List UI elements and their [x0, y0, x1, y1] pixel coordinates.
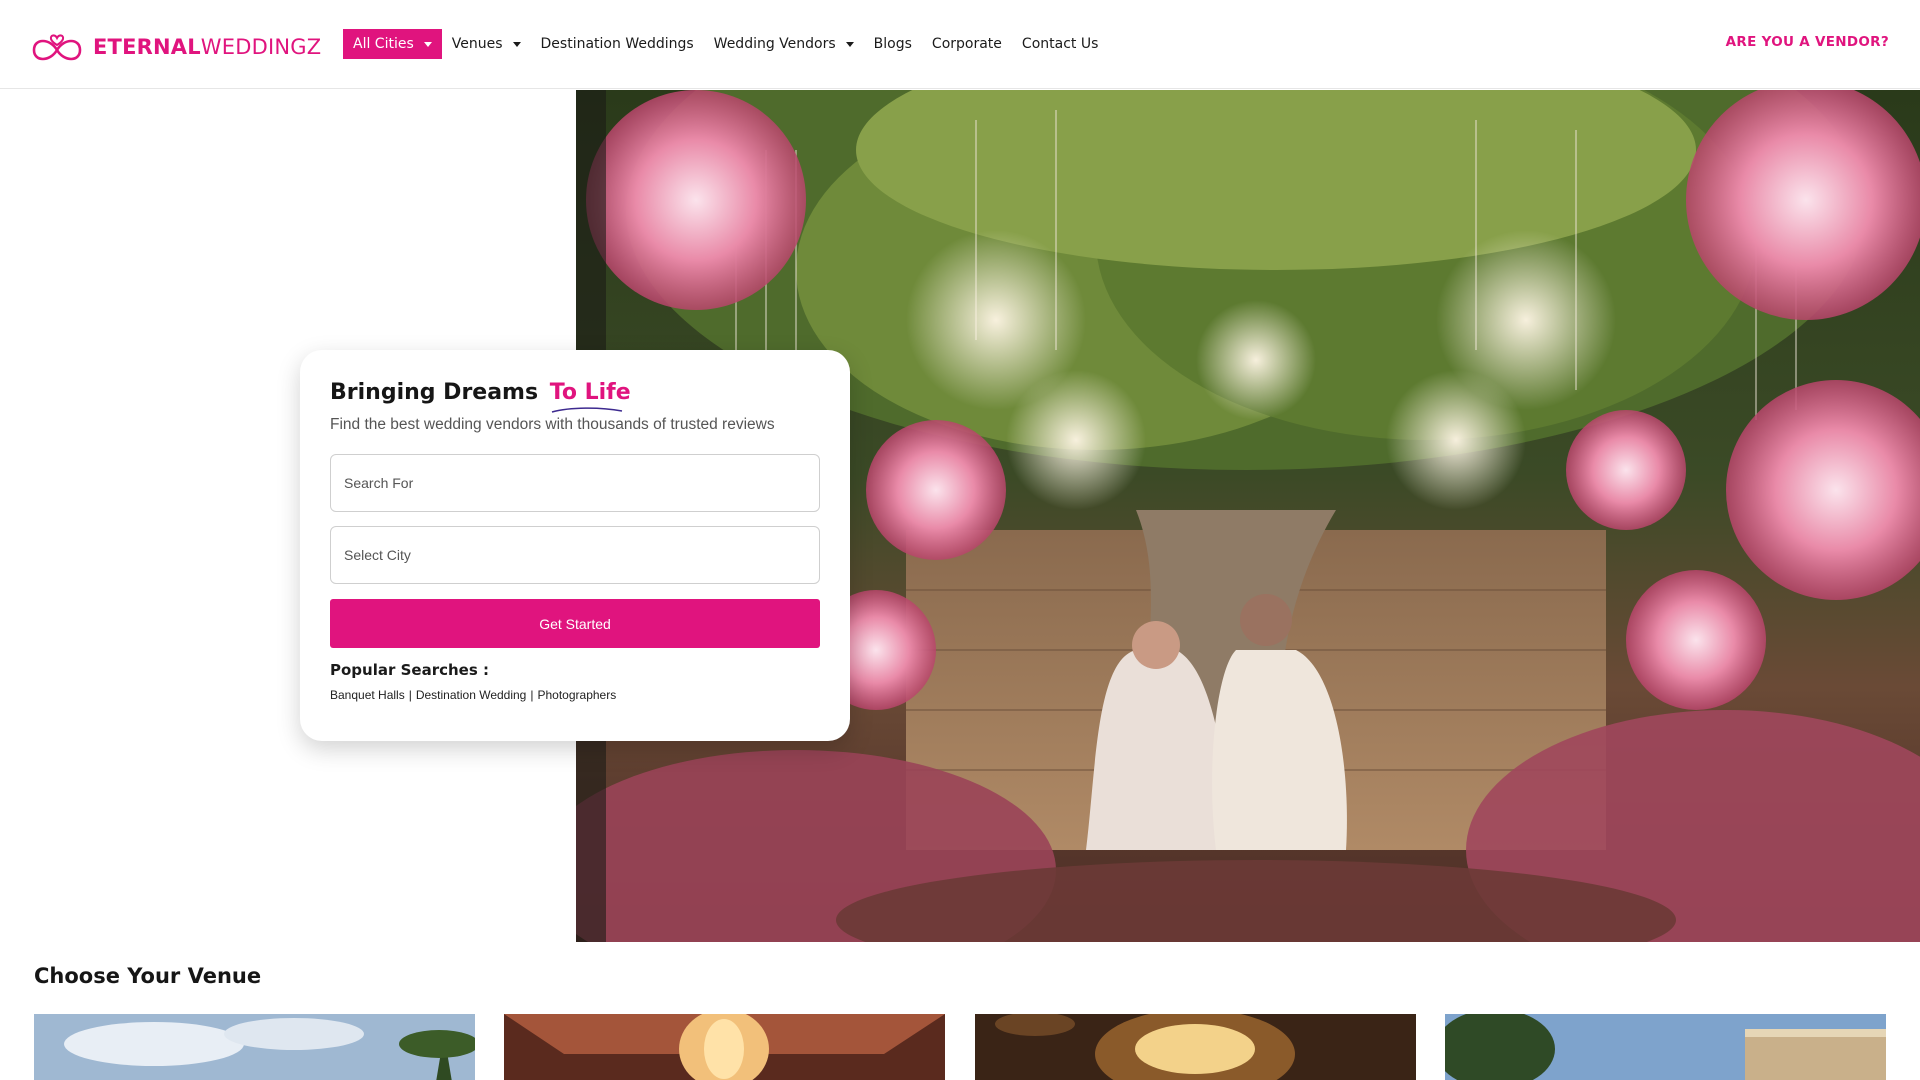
separator: |	[530, 688, 534, 702]
popular-link-destination-wedding[interactable]: Destination Wedding	[416, 688, 527, 702]
nav-all-cities[interactable]: All Cities	[343, 29, 442, 59]
city-select-placeholder: Select City	[344, 547, 411, 563]
search-input-placeholder: Search For	[344, 475, 414, 491]
site-logo[interactable]: ETERNALWEDDINGZ	[28, 25, 321, 65]
caret-down-icon	[512, 41, 521, 47]
hero-subtitle: Find the best wedding vendors with thous…	[330, 416, 775, 433]
popular-searches-list: Banquet Halls | Destination Wedding | Ph…	[330, 688, 820, 702]
venue-card[interactable]	[975, 1014, 1416, 1080]
separator: |	[408, 688, 412, 702]
nav-blogs[interactable]: Blogs	[874, 29, 912, 59]
popular-link-banquet-halls[interactable]: Banquet Halls	[330, 688, 405, 702]
popular-searches-title: Popular Searches :	[330, 661, 489, 679]
nav-contact-us[interactable]: Contact Us	[1022, 29, 1098, 59]
caret-down-icon	[845, 41, 854, 47]
infinity-heart-icon	[32, 34, 82, 61]
underline-swash-icon	[551, 407, 622, 413]
caret-down-icon	[423, 41, 432, 47]
nav-wedding-vendors[interactable]: Wedding Vendors	[714, 29, 854, 59]
logo-text: ETERNALWEDDINGZ	[93, 35, 322, 59]
hero-title: Bringing Dreams To Life	[330, 380, 820, 413]
choose-venue-title: Choose Your Venue	[34, 964, 262, 988]
popular-link-photographers[interactable]: Photographers	[537, 688, 616, 702]
venue-card[interactable]	[504, 1014, 945, 1080]
search-input[interactable]: Search For	[330, 454, 820, 512]
search-card: Bringing Dreams To Life Find the best we…	[300, 350, 850, 741]
venue-card[interactable]	[1445, 1014, 1886, 1080]
main-nav: All Cities Venues Destination Weddings W…	[343, 29, 1118, 59]
site-header: ETERNALWEDDINGZ All Cities Venues Destin…	[0, 0, 1920, 89]
city-select[interactable]: Select City	[330, 526, 820, 584]
nav-corporate[interactable]: Corporate	[932, 29, 1002, 59]
are-you-a-vendor-link[interactable]: ARE YOU A VENDOR?	[1726, 34, 1889, 50]
get-started-button[interactable]: Get Started	[330, 599, 820, 648]
nav-venues[interactable]: Venues	[452, 29, 521, 59]
hero-title-accent: To Life	[550, 380, 631, 413]
nav-destination-weddings[interactable]: Destination Weddings	[541, 29, 694, 59]
venue-card[interactable]	[34, 1014, 475, 1080]
